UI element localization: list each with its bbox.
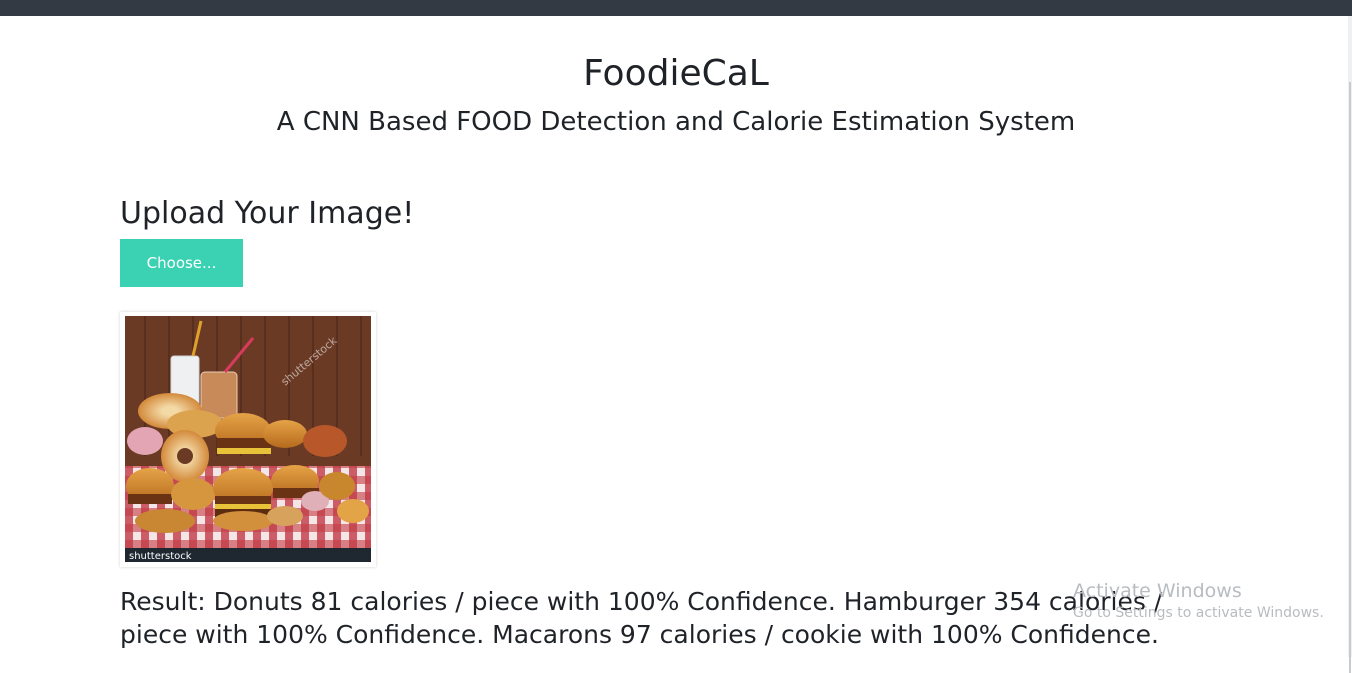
upload-heading: Upload Your Image! xyxy=(120,196,415,231)
activate-windows-subtitle: Go to Settings to activate Windows. xyxy=(1073,605,1324,621)
activate-windows-title: Activate Windows xyxy=(1073,580,1242,602)
app-title: FoodieCaL xyxy=(583,53,769,94)
scrollbar-thumb[interactable] xyxy=(1349,82,1351,673)
result-text: Result: Donuts 81 calories / piece with … xyxy=(120,587,1163,649)
photo-footer-brand: shutterstock xyxy=(129,551,192,562)
uploaded-image-preview: shutterstock shutterstock xyxy=(120,312,376,567)
activate-windows-overlay: Activate Windows Go to Settings to activ… xyxy=(1073,579,1324,623)
browser-top-bar xyxy=(0,0,1352,16)
app-subtitle: A CNN Based FOOD Detection and Calorie E… xyxy=(276,107,1076,137)
choose-file-button[interactable]: Choose... xyxy=(120,239,243,287)
food-photo: shutterstock shutterstock xyxy=(125,316,371,562)
